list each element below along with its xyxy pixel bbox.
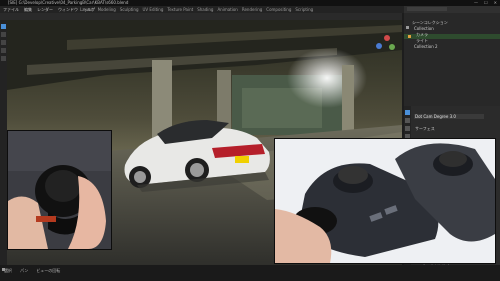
photo-hand-knob [8,131,111,249]
outliner-item-label: Collection 2 [414,44,438,49]
minimize-button[interactable]: — [474,0,478,5]
properties-header: Dot Cam Degree 3.0 [415,114,456,119]
tab-compositing[interactable]: Compositing [266,7,291,12]
car-front-wheel-rim [134,171,146,183]
tool-shelf [0,20,7,265]
collection-icon [406,26,409,29]
status-bar-icons [2,268,5,271]
tab-sculpting[interactable]: Sculpting [120,7,139,12]
outliner-item-label: シーンコレクション [412,20,448,25]
select-tool-icon[interactable] [1,24,6,29]
menu-file[interactable]: ファイル [3,7,19,12]
window-controls: — ☐ ✕ [474,0,497,5]
outliner-panel: シーンコレクション Collection カメラ ライト Collection … [404,6,500,106]
outliner-item-label: カメラ [416,32,428,37]
viewport-header [0,13,402,27]
light-opening [287,48,367,108]
tab-layout[interactable]: Layout [80,7,94,12]
pillar [342,65,354,135]
tab-shading[interactable]: Shading [197,7,213,12]
mouse-left-icon [2,268,5,271]
world-properties-icon[interactable] [405,126,410,131]
outliner-item-label: Collection [414,26,434,31]
window-title: [SIE] G:\Develop\Creative\04_ParkingB\Ca… [8,0,129,5]
outliner-row[interactable]: カメラ [416,32,428,37]
tab-rendering[interactable]: Rendering [242,7,262,12]
menu-render[interactable]: レンダー [37,7,53,12]
rotate-tool-icon[interactable] [1,48,6,53]
properties-section[interactable]: サーフェス [415,126,435,131]
workspace-tabs: Layout Modeling Sculpting UV Editing Tex… [80,7,313,12]
scale-tool-icon[interactable] [1,56,6,61]
maximize-button[interactable]: ☐ [484,0,488,5]
tab-modeling[interactable]: Modeling [98,7,116,12]
object-icon [408,35,411,38]
outliner-row[interactable]: Collection [414,26,434,31]
inset-photo-3d-mouse [274,138,496,264]
tab-uv-editing[interactable]: UV Editing [143,7,164,12]
menu-edit[interactable]: 編集 [24,7,32,12]
status-bar: 選択 パン ビューの回転 [0,265,500,281]
car-rear-wheel-rim [190,163,204,177]
output-properties-icon[interactable] [405,118,410,123]
menu-window[interactable]: ウィンドウ [58,7,78,12]
tab-animation[interactable]: Animation [217,7,237,12]
cursor-tool-icon[interactable] [1,32,6,37]
move-tool-icon[interactable] [1,40,6,45]
tab-texture-paint[interactable]: Texture Paint [167,7,193,12]
car-license-plate [235,156,249,163]
tab-scripting[interactable]: Scripting [295,7,313,12]
outliner-search-field[interactable] [407,7,447,11]
outliner-item-label: ライト [416,38,428,43]
outliner-row[interactable]: ライト [416,38,428,43]
render-properties-icon[interactable] [405,110,410,115]
tool-icons [1,24,6,61]
photo-3d-mouse [275,139,495,263]
close-button[interactable]: ✕ [494,0,497,5]
outliner-row[interactable]: Collection 2 [414,44,438,49]
inset-photo-hand-knob [7,130,112,250]
outliner-row[interactable]: シーンコレクション [412,20,448,25]
